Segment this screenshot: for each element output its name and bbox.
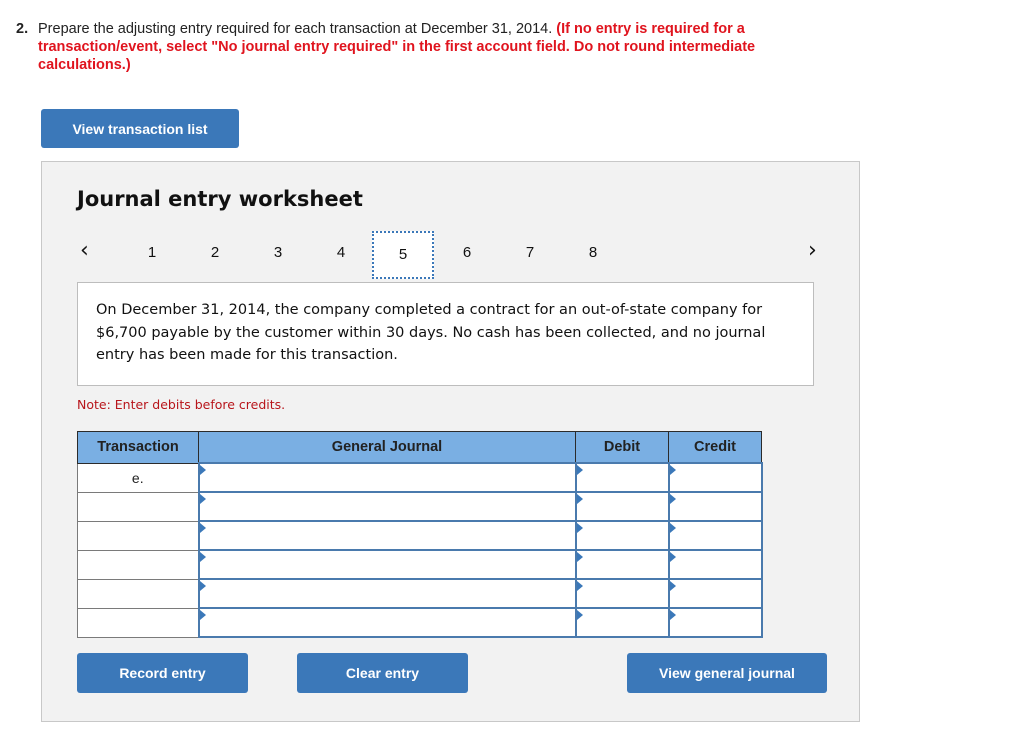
question-text: Prepare the adjusting entry required for… <box>38 21 553 37</box>
account-input[interactable] <box>199 493 575 520</box>
table-row <box>77 607 763 638</box>
debit-input[interactable] <box>576 580 668 607</box>
credit-field[interactable] <box>667 462 763 493</box>
page-6[interactable]: 6 <box>457 244 477 261</box>
table-row <box>77 520 763 551</box>
debit-input[interactable] <box>576 609 668 636</box>
credit-field[interactable] <box>667 491 763 522</box>
journal-entry-worksheet-panel: Journal entry worksheet ‹ 1 2 3 4 5 6 7 … <box>41 161 860 722</box>
page-7[interactable]: 7 <box>520 244 540 261</box>
transaction-pager: ‹ 1 2 3 4 5 6 7 8 › <box>42 230 859 279</box>
transaction-cell <box>77 491 199 522</box>
view-transaction-list-button[interactable]: View transaction list <box>41 109 239 148</box>
account-select[interactable] <box>197 549 577 580</box>
page-8[interactable]: 8 <box>583 244 603 261</box>
debit-field[interactable] <box>574 578 670 609</box>
journal-table: Transaction General Journal Debit Credit… <box>77 431 763 638</box>
header-general-journal: General Journal <box>198 431 576 464</box>
account-select[interactable] <box>197 578 577 609</box>
debit-field[interactable] <box>574 549 670 580</box>
header-transaction: Transaction <box>77 431 199 464</box>
debit-field[interactable] <box>574 520 670 551</box>
account-select[interactable] <box>197 462 577 493</box>
account-input[interactable] <box>199 580 575 607</box>
transaction-description: On December 31, 2014, the company comple… <box>77 282 814 386</box>
credit-input[interactable] <box>669 609 761 636</box>
page-3[interactable]: 3 <box>268 244 288 261</box>
debit-input[interactable] <box>576 464 668 491</box>
credit-input[interactable] <box>669 580 761 607</box>
debit-input[interactable] <box>576 493 668 520</box>
table-row: e. <box>77 462 763 493</box>
account-input[interactable] <box>199 551 575 578</box>
account-select[interactable] <box>197 491 577 522</box>
debit-field[interactable] <box>574 462 670 493</box>
account-input[interactable] <box>199 464 575 491</box>
page-1[interactable]: 1 <box>142 244 162 261</box>
page-5-active[interactable]: 5 <box>372 231 434 279</box>
credit-input[interactable] <box>669 551 761 578</box>
debit-input[interactable] <box>576 522 668 549</box>
debit-input[interactable] <box>576 551 668 578</box>
transaction-cell <box>77 578 199 609</box>
debit-field[interactable] <box>574 607 670 638</box>
credit-field[interactable] <box>667 607 763 638</box>
note-text: Note: Enter debits before credits. <box>77 397 286 412</box>
clear-entry-button[interactable]: Clear entry <box>297 653 468 693</box>
question-number: 2. <box>16 21 29 37</box>
transaction-cell <box>77 549 199 580</box>
transaction-cell: e. <box>77 462 199 493</box>
debit-field[interactable] <box>574 491 670 522</box>
table-row <box>77 549 763 580</box>
credit-input[interactable] <box>669 522 761 549</box>
page-4[interactable]: 4 <box>331 244 351 261</box>
question: 2. Prepare the adjusting entry required … <box>16 20 796 73</box>
chevron-right-icon[interactable]: › <box>808 238 817 263</box>
credit-field[interactable] <box>667 549 763 580</box>
account-select[interactable] <box>197 520 577 551</box>
header-debit: Debit <box>575 431 669 464</box>
credit-field[interactable] <box>667 520 763 551</box>
record-entry-button[interactable]: Record entry <box>77 653 248 693</box>
view-general-journal-button[interactable]: View general journal <box>627 653 827 693</box>
chevron-left-icon[interactable]: ‹ <box>80 238 89 263</box>
account-select[interactable] <box>197 607 577 638</box>
credit-input[interactable] <box>669 464 761 491</box>
transaction-cell <box>77 607 199 638</box>
header-credit: Credit <box>668 431 762 464</box>
account-input[interactable] <box>199 522 575 549</box>
credit-input[interactable] <box>669 493 761 520</box>
transaction-cell <box>77 520 199 551</box>
table-row <box>77 578 763 609</box>
worksheet-title: Journal entry worksheet <box>77 187 363 211</box>
page-2[interactable]: 2 <box>205 244 225 261</box>
credit-field[interactable] <box>667 578 763 609</box>
account-input[interactable] <box>199 609 575 636</box>
table-row <box>77 491 763 522</box>
